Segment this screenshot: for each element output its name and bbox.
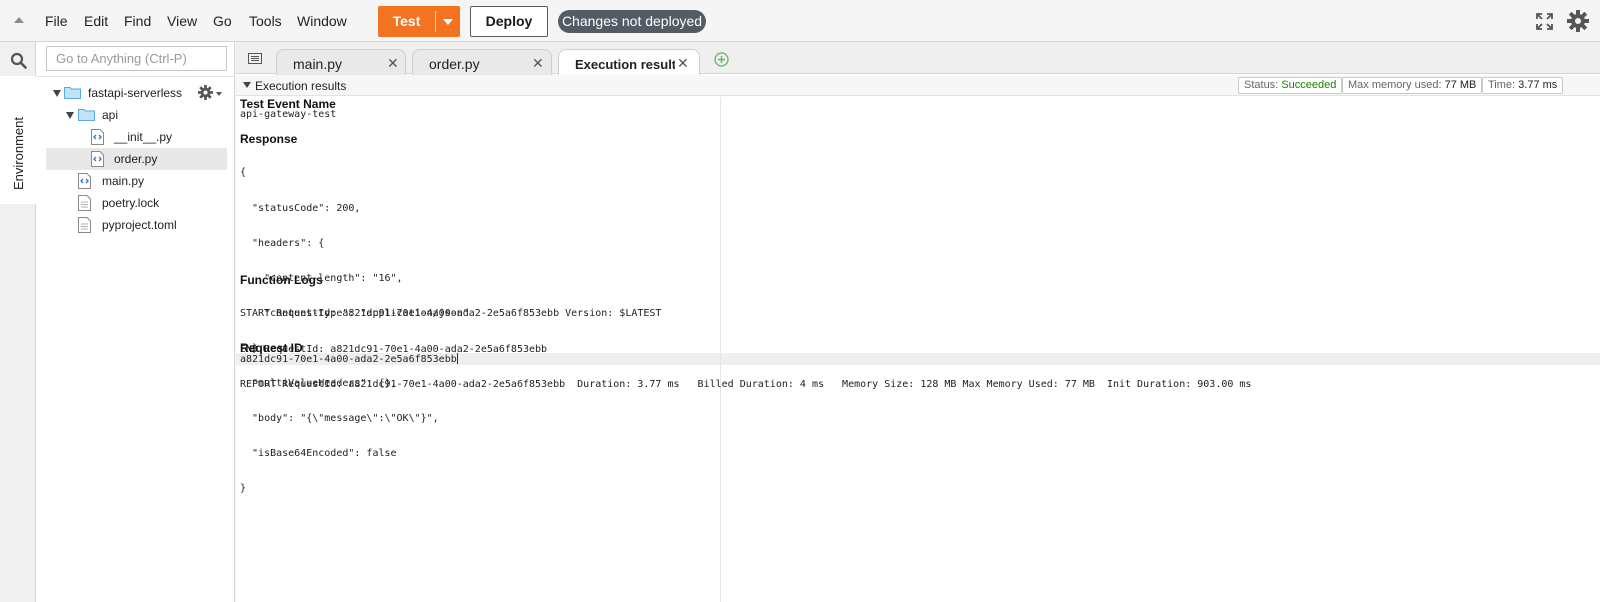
memory-label: Max memory used: <box>1348 79 1442 91</box>
close-icon[interactable]: ✕ <box>387 55 399 72</box>
response-line: "body": "{\"message\":\"OK\"}", <box>240 413 439 425</box>
menu-window[interactable]: Window <box>297 13 347 29</box>
memory-value: 77 MB <box>1444 79 1477 91</box>
expand-arrow-icon[interactable] <box>53 90 61 97</box>
tree-item-order-py[interactable]: order.py <box>46 148 227 170</box>
file-tree-panel: fastapi-serverless api __init__.py <box>36 42 235 602</box>
tree-item-label: api <box>102 108 119 122</box>
log-line: REPORT RequestId: a821dc91-70e1-4a00-ada… <box>240 378 1252 390</box>
ide-window: File Edit Find View Go Tools Window Test… <box>0 0 1600 602</box>
tab-main-py[interactable]: main.py ✕ <box>276 49 406 75</box>
tree-settings-dropdown-icon[interactable] <box>216 92 222 96</box>
response-line: { <box>240 167 247 179</box>
status-pill: Status: Succeeded <box>1238 77 1343 94</box>
tree-item-label: pyproject.toml <box>102 218 177 232</box>
menu-bar: File Edit Find View Go Tools Window Test… <box>0 0 1600 42</box>
tab-label: order.py <box>429 56 480 72</box>
tab-list-icon[interactable] <box>248 53 262 64</box>
execution-results-header: Execution results Status: Succeeded Max … <box>236 75 1600 96</box>
tab-bar: main.py ✕ order.py ✕ Execution results ✕ <box>236 42 1600 75</box>
tree-item-label: __init__.py <box>114 130 173 144</box>
collapse-up-icon[interactable] <box>14 17 24 23</box>
execution-results-title: Execution results <box>255 79 347 93</box>
menu-go[interactable]: Go <box>213 13 232 29</box>
request-id-line: a821dc91-70e1-4a00-ada2-2e5a6f853ebb <box>240 353 458 366</box>
menu-file[interactable]: File <box>45 13 68 29</box>
close-icon[interactable]: ✕ <box>532 55 544 72</box>
tree-item-api-folder[interactable]: api <box>46 104 227 126</box>
request-id-value: a821dc91-70e1-4a00-ada2-2e5a6f853ebb <box>240 354 457 365</box>
search-icon[interactable] <box>10 52 27 69</box>
python-file-icon <box>91 129 104 145</box>
editor-area: main.py ✕ order.py ✕ Execution results ✕… <box>236 42 1600 602</box>
collapse-arrow-icon[interactable] <box>243 82 251 88</box>
test-button-label: Test <box>392 13 421 29</box>
menu-edit[interactable]: Edit <box>84 13 108 29</box>
menu-find[interactable]: Find <box>124 13 151 29</box>
tab-label: Execution results <box>575 57 675 72</box>
test-button[interactable]: Test <box>378 6 460 37</box>
file-icon <box>78 195 91 211</box>
tree-item-poetry-lock[interactable]: poetry.lock <box>46 192 227 214</box>
tree-item-root[interactable]: fastapi-serverless <box>46 82 227 104</box>
python-file-icon <box>91 151 104 167</box>
response-line: } <box>240 483 247 495</box>
fullscreen-icon[interactable] <box>1536 13 1553 30</box>
execution-results-body[interactable]: Test Event Name api-gateway-test Respons… <box>236 97 1600 602</box>
settings-gear-icon[interactable] <box>1567 10 1589 32</box>
tab-execution-results[interactable]: Execution results ✕ <box>558 49 700 75</box>
text-cursor <box>456 353 458 364</box>
tree-item-label: poetry.lock <box>102 196 160 210</box>
tree-settings-gear-icon[interactable] <box>198 85 213 100</box>
response-line: "statusCode": 200, <box>240 202 361 214</box>
menu-view[interactable]: View <box>167 13 197 29</box>
folder-icon <box>64 87 81 99</box>
python-file-icon <box>78 173 91 189</box>
time-value: 3.77 ms <box>1518 79 1558 91</box>
environment-tab[interactable]: Environment <box>0 76 36 204</box>
left-tool-strip: Environment <box>0 42 36 602</box>
expand-arrow-icon[interactable] <box>66 112 74 119</box>
test-button-divider <box>435 11 436 32</box>
tree-divider <box>36 76 235 77</box>
tab-order-py[interactable]: order.py ✕ <box>412 49 552 75</box>
file-icon <box>78 217 91 233</box>
tree-item-main-py[interactable]: main.py <box>46 170 227 192</box>
function-logs-body: START RequestId: a821dc91-70e1-4a00-ada2… <box>240 285 1251 414</box>
add-tab-icon[interactable] <box>714 52 729 67</box>
deploy-button[interactable]: Deploy <box>470 6 548 37</box>
tab-label: main.py <box>293 56 343 72</box>
test-event-value: api-gateway-test <box>240 109 337 120</box>
menu-tools[interactable]: Tools <box>249 13 282 29</box>
test-dropdown-icon[interactable] <box>443 19 453 25</box>
time-pill: Time: 3.77 ms <box>1482 77 1564 94</box>
deploy-status-badge: Changes not deployed <box>558 10 706 33</box>
tree-item-label: fastapi-serverless <box>88 86 183 100</box>
response-line: "isBase64Encoded": false <box>240 448 397 460</box>
status-label: Status: <box>1244 79 1279 91</box>
tree-item-pyproject-toml[interactable]: pyproject.toml <box>46 214 227 236</box>
tree-item-label: order.py <box>114 152 158 166</box>
memory-pill: Max memory used: 77 MB <box>1342 77 1483 94</box>
time-label: Time: <box>1488 79 1516 91</box>
environment-tab-label: Environment <box>11 117 26 190</box>
goto-anything-input[interactable] <box>46 46 227 71</box>
response-line: "headers": { <box>240 237 325 249</box>
tree-item-label: main.py <box>102 174 145 188</box>
folder-icon <box>78 109 95 121</box>
tree-item-init-py[interactable]: __init__.py <box>46 126 227 148</box>
close-icon[interactable]: ✕ <box>677 55 689 72</box>
log-line: START RequestId: a821dc91-70e1-4a00-ada2… <box>240 308 662 320</box>
status-value: Succeeded <box>1281 79 1337 91</box>
